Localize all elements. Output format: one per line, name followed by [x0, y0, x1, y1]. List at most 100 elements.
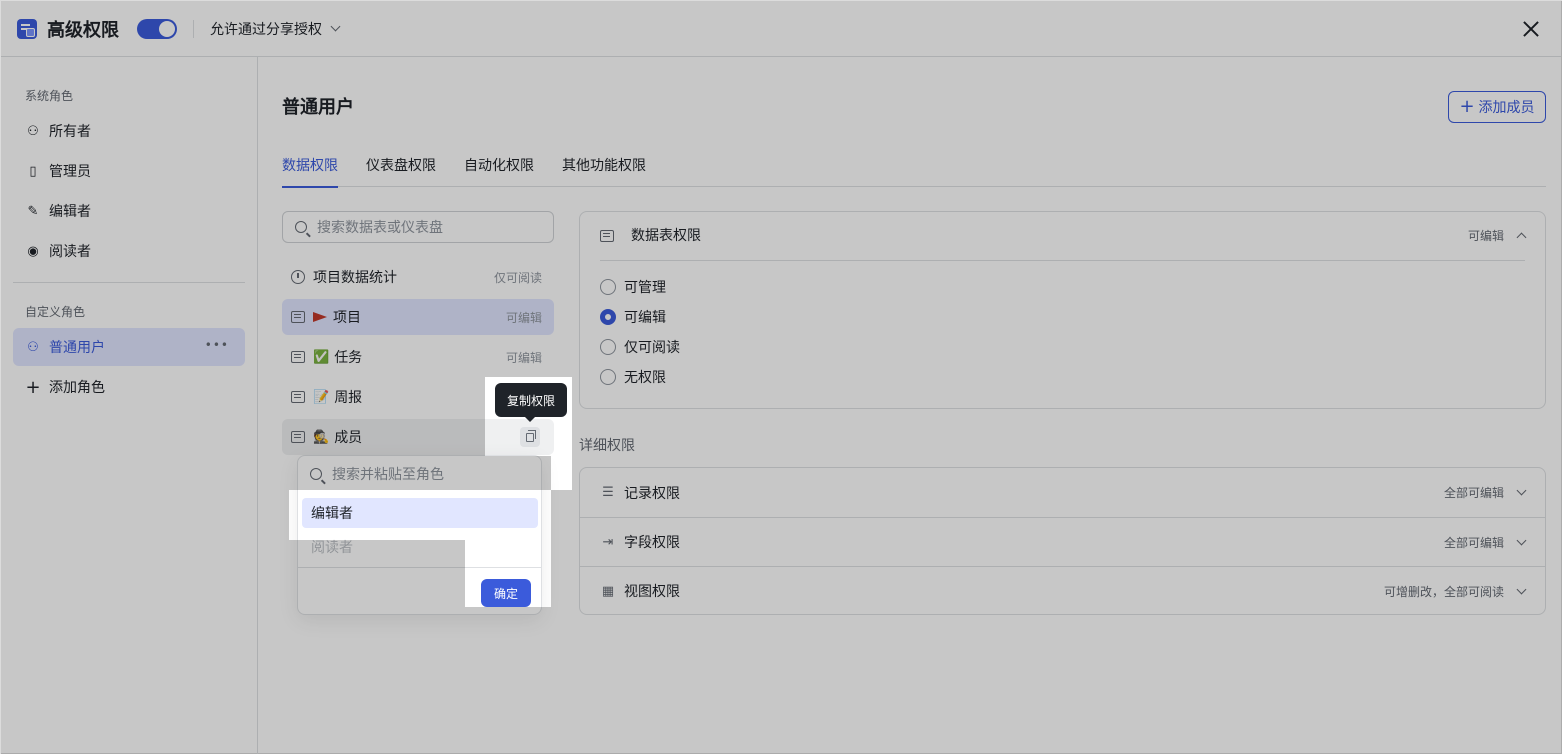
dialog-header: 高级权限 允许通过分享授权 [1, 1, 1561, 57]
copy-permission-tooltip: 复制权限 [495, 383, 568, 422]
role-item-editor[interactable]: ✎ 编辑者 [13, 192, 245, 230]
detective-emoji-icon: 🕵 [313, 429, 330, 445]
detail-status: 全部可编辑 [1444, 534, 1527, 551]
more-icon[interactable]: ••• [205, 338, 229, 352]
role-label: 阅读者 [49, 244, 91, 260]
radio-label: 可编辑 [624, 310, 666, 326]
tab-data[interactable]: 数据权限 [282, 153, 338, 188]
chevron-down-icon [1516, 584, 1527, 594]
detail-row-views[interactable]: ▦ 视图权限 可增删改，全部可阅读 [580, 566, 1545, 615]
custom-roles-heading: 自定义角色 [25, 305, 86, 319]
role-option-editor[interactable]: 编辑者 [302, 498, 538, 528]
detail-permission-heading: 详细权限 [579, 438, 635, 454]
table-permission: 可编辑 [505, 310, 542, 325]
role-option-reader: 阅读者 [311, 540, 353, 556]
search-icon [295, 221, 307, 233]
popover-divider [298, 567, 541, 568]
table-permission-panel: 数据表权限 可编辑 可管理 可编辑 仅可阅读 无权限 [579, 211, 1546, 409]
chevron-up-icon[interactable] [1516, 232, 1527, 243]
table-name: 项目 [333, 310, 361, 326]
role-item-owner[interactable]: ⚇ 所有者 [13, 112, 245, 150]
add-role-button[interactable]: + 添加角色 [13, 368, 245, 406]
search-icon [310, 468, 322, 480]
confirm-button[interactable]: 确定 [481, 579, 531, 607]
user-icon: ⚇ [27, 339, 39, 355]
memo-emoji-icon: 📝 [313, 389, 330, 405]
owner-icon: ⚇ [27, 123, 39, 139]
role-item-reader[interactable]: ◉ 阅读者 [13, 232, 245, 270]
radio-label: 可管理 [624, 280, 666, 296]
table-item[interactable]: 🕵 成员 [282, 419, 554, 455]
table-name: 成员 [334, 430, 363, 446]
role-item-admin[interactable]: ▯ 管理员 [13, 152, 245, 190]
role-sidebar: 系统角色 ⚇ 所有者 ▯ 管理员 ✎ 编辑者 ◉ 阅读者 自定义角色 ⚇ 普通用… [1, 57, 258, 754]
role-item-normal-user[interactable]: ⚇ 普通用户 ••• [13, 328, 245, 366]
table-item[interactable]: 项目数据统计 仅可阅读 [282, 259, 554, 295]
chevron-down-icon [330, 21, 341, 32]
table-name: 任务 [334, 350, 363, 366]
radio-read-only[interactable]: 仅可阅读 [600, 337, 680, 357]
list-icon: ☰ [602, 485, 614, 500]
table-permission: 可编辑 [505, 350, 542, 365]
main-content: 普通用户 + 添加成员 数据权限 仪表盘权限 自动化权限 其他功能权限 搜索数据… [282, 57, 1546, 754]
detail-status: 可增删改，全部可阅读 [1384, 583, 1527, 600]
copy-permission-popover: 搜索并粘贴至角色 编辑者 阅读者 确定 [297, 455, 542, 615]
advanced-permission-toggle[interactable] [137, 18, 177, 39]
chevron-down-icon [1516, 485, 1527, 496]
radio-icon [600, 369, 616, 385]
add-role-label: 添加角色 [49, 380, 105, 396]
detail-row-records[interactable]: ☰ 记录权限 全部可编辑 [580, 468, 1545, 517]
page-title: 普通用户 [282, 97, 354, 118]
table-icon [291, 431, 305, 443]
share-mode-dropdown[interactable]: 允许通过分享授权 [210, 19, 341, 39]
share-mode-label: 允许通过分享授权 [210, 21, 322, 38]
radio-manage[interactable]: 可管理 [600, 277, 666, 297]
admin-icon: ▯ [29, 163, 37, 179]
tab-dashboard[interactable]: 仪表盘权限 [366, 153, 436, 187]
status-text: 可编辑 [1467, 229, 1504, 243]
edit-icon: ✎ [27, 203, 39, 219]
role-label: 所有者 [49, 124, 91, 140]
radio-checked-icon [600, 309, 616, 325]
status-text: 全部可编辑 [1443, 486, 1504, 500]
sidebar-divider [13, 282, 245, 283]
copy-permission-button[interactable] [520, 427, 540, 447]
radio-label: 仅可阅读 [624, 340, 680, 356]
detail-permission-list: ☰ 记录权限 全部可编辑 ⇥ 字段权限 全部可编辑 ▦ 视图权限 可增删改，全部… [579, 467, 1546, 615]
red-flag-icon [313, 312, 327, 322]
plus-icon: + [25, 376, 41, 398]
search-placeholder: 搜索数据表或仪表盘 [317, 220, 443, 236]
dashboard-icon [291, 270, 305, 284]
table-item[interactable]: 项目 可编辑 [282, 299, 554, 335]
grid-icon: ▦ [601, 583, 615, 599]
chevron-down-icon [1516, 535, 1527, 545]
table-item[interactable]: ✅ 任务 可编辑 [282, 339, 554, 375]
table-permission: 仅可阅读 [493, 270, 542, 285]
table-permission-status: 可编辑 [1467, 227, 1527, 244]
dialog-title: 高级权限 [47, 19, 119, 41]
detail-name: 字段权限 [624, 535, 680, 551]
add-member-button[interactable]: + 添加成员 [1448, 91, 1546, 123]
role-search-input[interactable]: 搜索并粘贴至角色 [298, 456, 541, 492]
tab-automation[interactable]: 自动化权限 [464, 153, 534, 187]
table-permission-header[interactable]: 数据表权限 可编辑 [600, 227, 1527, 261]
permission-app-icon [17, 18, 37, 39]
radio-none[interactable]: 无权限 [600, 367, 666, 387]
table-icon [600, 230, 614, 242]
table-search-input[interactable]: 搜索数据表或仪表盘 [282, 211, 554, 243]
radio-icon [600, 279, 616, 295]
add-member-label: 添加成员 [1478, 100, 1535, 116]
detail-row-fields[interactable]: ⇥ 字段权限 全部可编辑 [580, 517, 1545, 566]
table-icon [291, 391, 305, 403]
check-emoji-icon: ✅ [313, 349, 330, 365]
table-icon [291, 351, 305, 363]
table-name: 项目数据统计 [313, 270, 397, 286]
table-list: 项目数据统计 仅可阅读 项目 可编辑 ✅ 任务 可编辑 📝 周报 🕵 成员 [282, 259, 554, 459]
close-icon[interactable] [1517, 15, 1545, 43]
role-label: 普通用户 [49, 340, 105, 356]
radio-edit[interactable]: 可编辑 [600, 307, 666, 327]
tab-other[interactable]: 其他功能权限 [562, 153, 646, 187]
detail-status: 全部可编辑 [1443, 484, 1527, 501]
role-search-placeholder: 搜索并粘贴至角色 [332, 467, 444, 483]
table-icon [291, 311, 305, 323]
